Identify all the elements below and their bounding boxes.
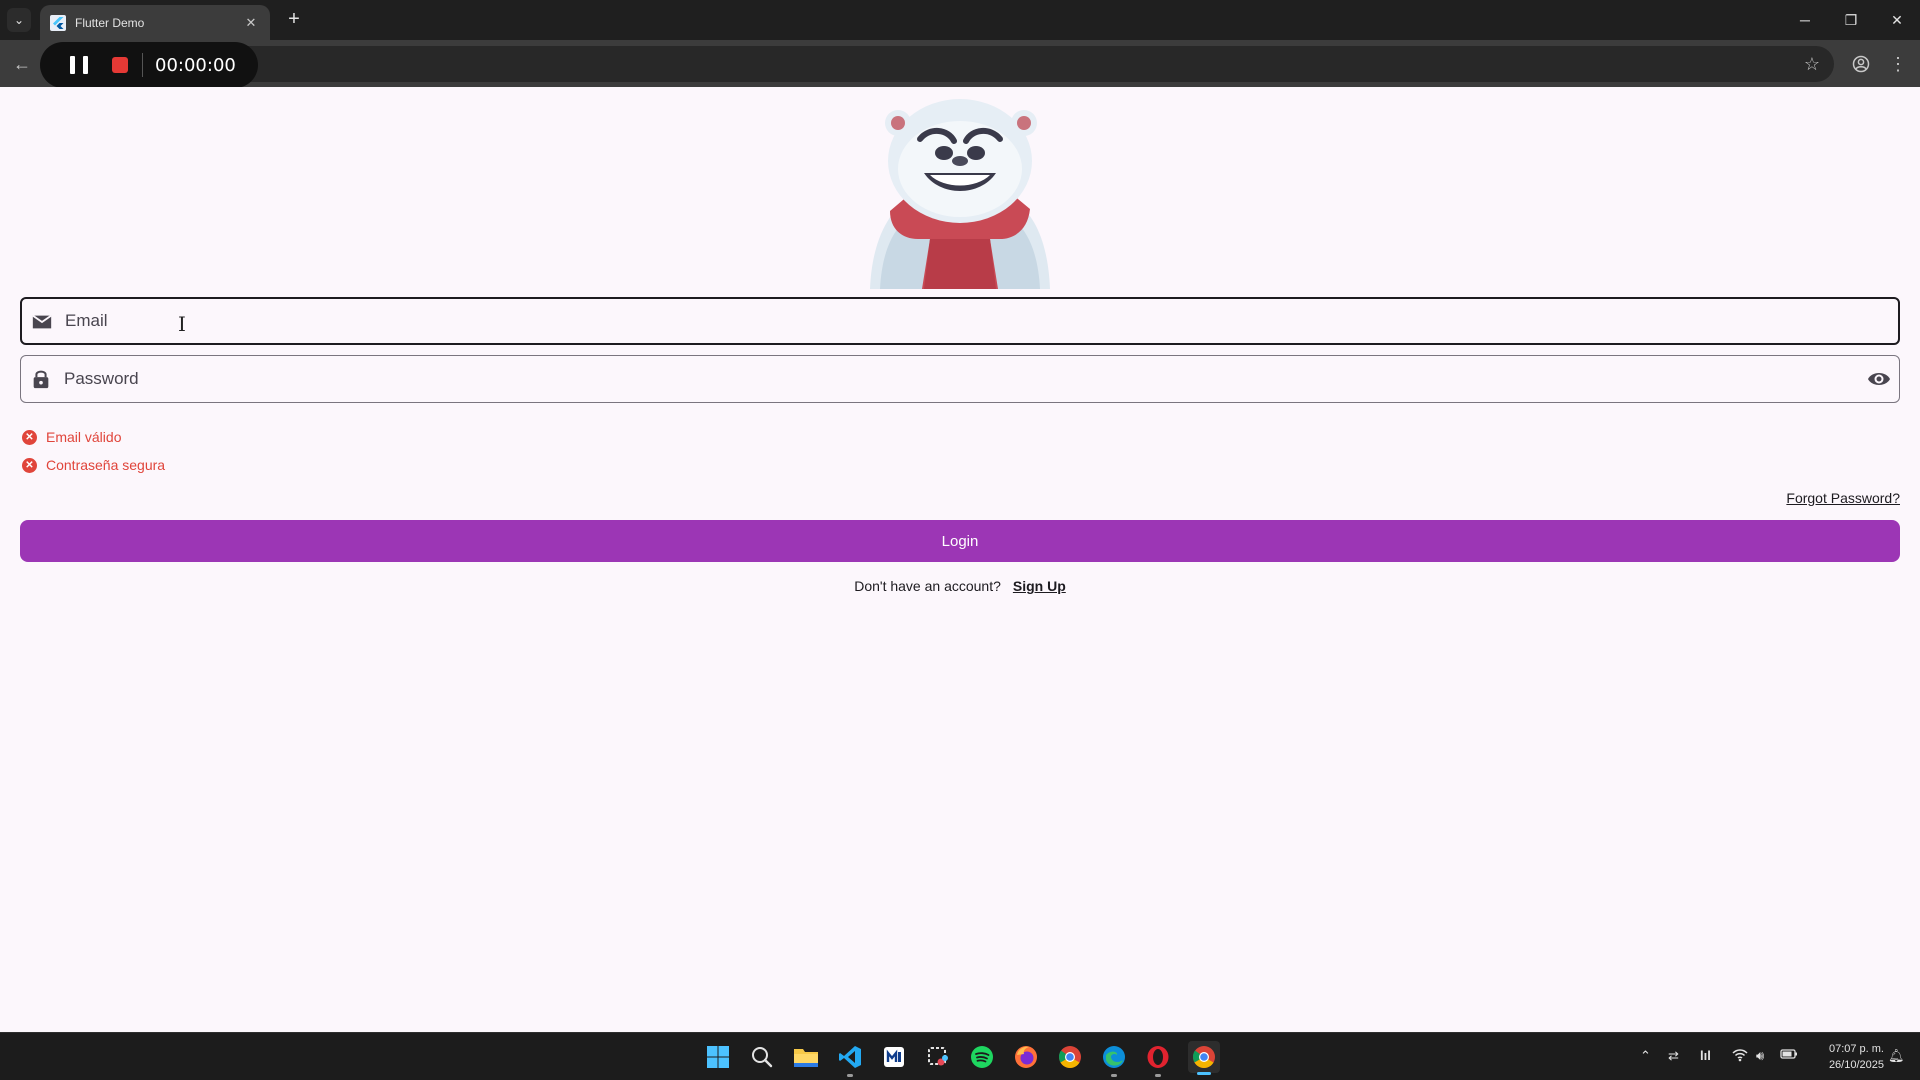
email-field[interactable] bbox=[20, 297, 1900, 345]
chevron-up-icon[interactable]: ⌃ bbox=[1640, 1048, 1651, 1064]
signup-row: Don't have an account? Sign Up bbox=[0, 578, 1920, 594]
pause-icon[interactable] bbox=[70, 56, 88, 74]
password-field[interactable] bbox=[20, 355, 1900, 403]
opera-icon[interactable] bbox=[1144, 1043, 1172, 1077]
notification-icon[interactable]: 🔔︎ bbox=[1888, 1048, 1905, 1064]
text-cursor-icon: I bbox=[178, 312, 186, 336]
lock-icon bbox=[33, 370, 49, 389]
address-bar[interactable] bbox=[42, 46, 1834, 82]
recorder-divider bbox=[142, 53, 143, 77]
password-input[interactable] bbox=[64, 356, 1844, 402]
browser-tab[interactable]: Flutter Demo ✕ bbox=[40, 5, 270, 40]
file-explorer-icon[interactable] bbox=[792, 1043, 820, 1071]
bookmark-star-icon[interactable]: ☆ bbox=[1800, 52, 1824, 76]
validation-password-item: ✕ Contraseña segura bbox=[22, 457, 165, 473]
tab-search-button[interactable]: ⌄ bbox=[7, 8, 31, 32]
mail-icon bbox=[32, 314, 52, 329]
battery-icon[interactable] bbox=[1780, 1048, 1798, 1063]
volume-icon[interactable]: 🔊︎ bbox=[1756, 1048, 1764, 1064]
windows-start-icon[interactable] bbox=[704, 1043, 732, 1071]
tab-close-icon[interactable]: ✕ bbox=[242, 15, 260, 31]
wifi-icon[interactable] bbox=[1732, 1048, 1748, 1065]
flutter-icon bbox=[50, 14, 66, 31]
email-input[interactable] bbox=[65, 299, 1845, 343]
new-tab-button[interactable]: + bbox=[282, 8, 306, 32]
back-arrow-icon[interactable]: ← bbox=[10, 52, 34, 76]
system-clock[interactable]: 07:07 p. m. 26/10/2025 bbox=[1808, 1041, 1884, 1073]
running-indicator bbox=[847, 1074, 853, 1077]
more-menu-icon[interactable]: ⋮ bbox=[1886, 52, 1910, 76]
tab-title: Flutter Demo bbox=[75, 15, 145, 30]
forgot-password-link[interactable]: Forgot Password? bbox=[1786, 490, 1900, 506]
search-icon[interactable] bbox=[748, 1043, 776, 1071]
running-indicator bbox=[1155, 1074, 1161, 1077]
profile-icon[interactable] bbox=[1849, 52, 1873, 76]
validation-email-label: Email válido bbox=[46, 429, 122, 445]
recorder-timer: 00:00:00 bbox=[155, 54, 236, 76]
restore-button[interactable]: ❐ bbox=[1828, 0, 1874, 40]
chrome-icon-active[interactable] bbox=[1188, 1041, 1220, 1075]
browser-tab-strip: ⌄ Flutter Demo ✕ + ─ ❐ ✕ bbox=[0, 0, 1920, 40]
snipping-tool-icon[interactable] bbox=[924, 1043, 952, 1071]
vscode-icon[interactable] bbox=[836, 1043, 864, 1077]
login-button[interactable]: Login bbox=[20, 520, 1900, 562]
clock-date: 26/10/2025 bbox=[1828, 1059, 1884, 1071]
error-x-icon: ✕ bbox=[22, 429, 37, 445]
validation-password-label: Contraseña segura bbox=[46, 457, 166, 473]
stop-recording-icon[interactable] bbox=[112, 57, 128, 73]
edge-icon[interactable] bbox=[1100, 1043, 1128, 1077]
yeti-mascot-image bbox=[870, 99, 1050, 289]
flutter-login-page: ✕ Email válido ✕ Contraseña segura Forgo… bbox=[0, 87, 1920, 1032]
screen-recorder-widget: 00:00:00 bbox=[40, 42, 258, 88]
validation-email-item: ✕ Email válido bbox=[22, 429, 121, 445]
browser-toolbar: ← 00:00:00 ☆ ⋮ bbox=[0, 40, 1920, 88]
firefox-icon[interactable] bbox=[1012, 1043, 1040, 1071]
error-x-icon: ✕ bbox=[22, 457, 37, 473]
close-window-button[interactable]: ✕ bbox=[1874, 0, 1920, 40]
signup-prompt: Don't have an account? bbox=[854, 578, 1001, 594]
transfer-arrows-icon[interactable]: ⇄ bbox=[1668, 1048, 1679, 1064]
minimize-button[interactable]: ─ bbox=[1782, 0, 1828, 40]
running-indicator bbox=[1111, 1074, 1117, 1077]
windows-taskbar: ⌃ ⇄ lıl 🔊︎ 07:07 p. m. 26/10/2025 🔔︎ bbox=[0, 1032, 1920, 1080]
notes-icon[interactable] bbox=[880, 1043, 908, 1071]
spotify-icon[interactable] bbox=[968, 1043, 996, 1071]
visibility-eye-icon[interactable] bbox=[1867, 369, 1891, 389]
clock-time: 07:07 p. m. bbox=[1828, 1043, 1884, 1055]
meter-icon[interactable]: lıl bbox=[1700, 1048, 1711, 1063]
signup-link[interactable]: Sign Up bbox=[1013, 578, 1066, 594]
chrome-icon[interactable] bbox=[1056, 1043, 1084, 1071]
active-indicator bbox=[1197, 1072, 1211, 1075]
